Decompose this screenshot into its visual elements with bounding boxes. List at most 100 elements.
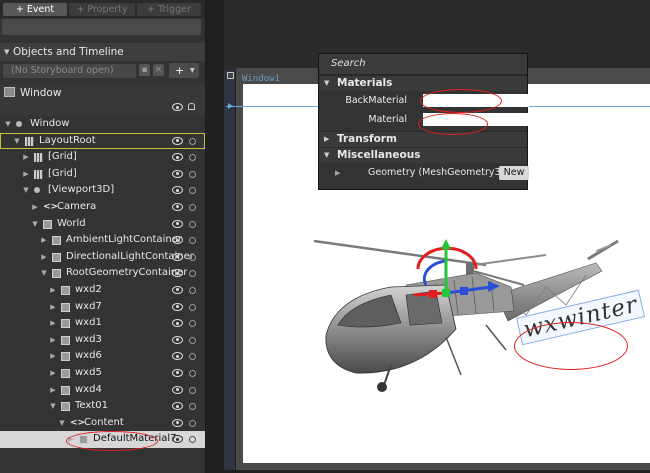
eye-icon[interactable]: [172, 202, 183, 211]
annotation-oval: [420, 89, 502, 113]
model3d-icon: [52, 269, 61, 279]
lock-toggle-icon[interactable]: [189, 320, 196, 328]
tree-row[interactable]: ▼ Text01: [0, 398, 205, 415]
expand-triangle-icon[interactable]: ▶: [22, 149, 30, 166]
storyboard-selector[interactable]: (No Storyboard open): [3, 64, 136, 78]
expand-triangle-icon[interactable]: ▶: [49, 299, 57, 316]
tree-row[interactable]: ▼ LayoutRoot: [0, 132, 205, 150]
lock-icon[interactable]: [188, 103, 195, 110]
objects-timeline-header[interactable]: ▼ Objects and Timeline: [0, 43, 205, 61]
tree-row[interactable]: ▶ wxd5: [0, 365, 205, 382]
lock-toggle-icon[interactable]: [189, 336, 196, 344]
tree-row[interactable]: ▼ RootGeometryContainer: [0, 265, 205, 282]
eye-icon[interactable]: [172, 285, 183, 294]
eye-icon[interactable]: [172, 103, 183, 111]
lock-toggle-icon[interactable]: [189, 403, 196, 411]
expand-triangle-icon[interactable]: ▶: [22, 166, 30, 183]
lock-toggle-icon[interactable]: [189, 237, 196, 245]
tree-row[interactable]: ▶ wxd3: [0, 332, 205, 349]
lock-toggle-icon[interactable]: [189, 154, 196, 162]
lock-toggle-icon[interactable]: [189, 386, 196, 394]
add-property-button[interactable]: + Property: [69, 3, 135, 16]
eye-icon[interactable]: [172, 186, 183, 195]
grid-toggle-icon[interactable]: [227, 72, 234, 79]
expand-triangle-icon[interactable]: ▶: [49, 382, 57, 399]
lock-toggle-icon[interactable]: [189, 170, 196, 178]
lock-toggle-icon[interactable]: [189, 436, 196, 444]
tree-row[interactable]: ▼ <> Content: [0, 415, 205, 432]
collapse-triangle-icon[interactable]: ▼: [22, 182, 30, 199]
tree-row[interactable]: ▼ [Viewport3D]: [0, 182, 205, 199]
tree-row[interactable]: ▶ wxd1: [0, 315, 205, 332]
storyboard-options-icon[interactable]: ▪: [139, 64, 150, 76]
trigger-list[interactable]: [2, 19, 201, 35]
lock-toggle-icon[interactable]: [189, 419, 196, 427]
viewport-icon: [16, 121, 22, 127]
eye-icon[interactable]: [172, 319, 183, 328]
eye-icon[interactable]: [172, 385, 183, 394]
expand-triangle-icon[interactable]: ▶: [40, 249, 48, 266]
tree-row[interactable]: ▶ wxd4: [0, 382, 205, 399]
new-storyboard-button[interactable]: + ▼: [169, 63, 199, 78]
tree-row[interactable]: ▼ Window: [0, 116, 205, 133]
tree-row[interactable]: ▶ wxd6: [0, 348, 205, 365]
collapse-triangle-icon[interactable]: ▼: [4, 116, 12, 133]
eye-icon[interactable]: [172, 368, 183, 377]
guide-marker-icon[interactable]: [228, 103, 233, 109]
collapse-triangle-icon[interactable]: ▼: [49, 398, 57, 415]
tree-row[interactable]: ▶ wxd7: [0, 299, 205, 316]
expand-triangle-icon[interactable]: ▶: [49, 365, 57, 382]
tree-row[interactable]: ▶ [Grid]: [0, 166, 205, 183]
new-geometry-button[interactable]: New: [499, 166, 529, 180]
collapse-triangle-icon[interactable]: ▼: [58, 415, 66, 432]
add-trigger-button[interactable]: + Trigger: [137, 3, 201, 16]
eye-icon[interactable]: [172, 153, 183, 162]
lock-toggle-icon[interactable]: [189, 187, 196, 195]
close-storyboard-icon[interactable]: ×: [153, 64, 164, 76]
lock-toggle-icon[interactable]: [189, 220, 196, 228]
eye-icon[interactable]: [172, 435, 183, 444]
expand-triangle-icon[interactable]: ▶: [40, 232, 48, 249]
scope-window-row[interactable]: Window: [0, 84, 205, 116]
eye-icon[interactable]: [172, 335, 183, 344]
collapse-triangle-icon[interactable]: ▼: [13, 133, 21, 150]
expand-triangle-icon[interactable]: ▶: [31, 199, 39, 216]
lock-toggle-icon[interactable]: [189, 303, 196, 311]
eye-icon[interactable]: [172, 302, 183, 311]
expand-triangle-icon[interactable]: ▶: [49, 315, 57, 332]
lock-toggle-icon[interactable]: [189, 270, 196, 278]
eye-icon[interactable]: [172, 252, 183, 261]
tree-row[interactable]: ▶ [Grid]: [0, 149, 205, 166]
eye-icon[interactable]: [172, 402, 183, 411]
vertical-ruler[interactable]: [224, 70, 235, 470]
lock-toggle-icon[interactable]: [189, 353, 196, 361]
lock-toggle-icon[interactable]: [189, 286, 196, 294]
eye-icon[interactable]: [172, 169, 183, 178]
expand-triangle-icon[interactable]: ▶: [49, 282, 57, 299]
tree-row[interactable]: ▶ AmbientLightContainer: [0, 232, 205, 249]
tree-row[interactable]: ▶ <> Camera: [0, 199, 205, 216]
category-miscellaneous[interactable]: ▼ Miscellaneous: [319, 147, 527, 163]
eye-icon[interactable]: [172, 136, 183, 145]
scope-up-icon[interactable]: [4, 87, 15, 97]
property-search[interactable]: Search: [319, 54, 527, 75]
collapse-triangle-icon[interactable]: ▼: [31, 216, 39, 233]
lock-toggle-icon[interactable]: [189, 137, 196, 145]
eye-icon[interactable]: [172, 352, 183, 361]
tree-row[interactable]: ▶ wxd2: [0, 282, 205, 299]
expand-triangle-icon[interactable]: ▶: [49, 348, 57, 365]
tree-row[interactable]: ▼ World: [0, 216, 205, 233]
category-materials[interactable]: ▼ Materials: [319, 75, 527, 91]
expand-triangle-icon[interactable]: ▶: [49, 332, 57, 349]
lock-toggle-icon[interactable]: [189, 253, 196, 261]
eye-icon[interactable]: [172, 418, 183, 427]
tree-row[interactable]: ▶ DirectionalLightContainer: [0, 249, 205, 266]
lock-toggle-icon[interactable]: [189, 369, 196, 377]
add-event-button[interactable]: + Event: [3, 3, 67, 16]
lock-toggle-icon[interactable]: [189, 203, 196, 211]
collapse-triangle-icon[interactable]: ▼: [40, 265, 48, 282]
expand-triangle-icon[interactable]: ▶: [335, 163, 340, 183]
category-transform[interactable]: ▶ Transform: [319, 131, 527, 147]
eye-icon[interactable]: [172, 219, 183, 228]
collapse-triangle-icon[interactable]: ▼: [4, 43, 9, 61]
